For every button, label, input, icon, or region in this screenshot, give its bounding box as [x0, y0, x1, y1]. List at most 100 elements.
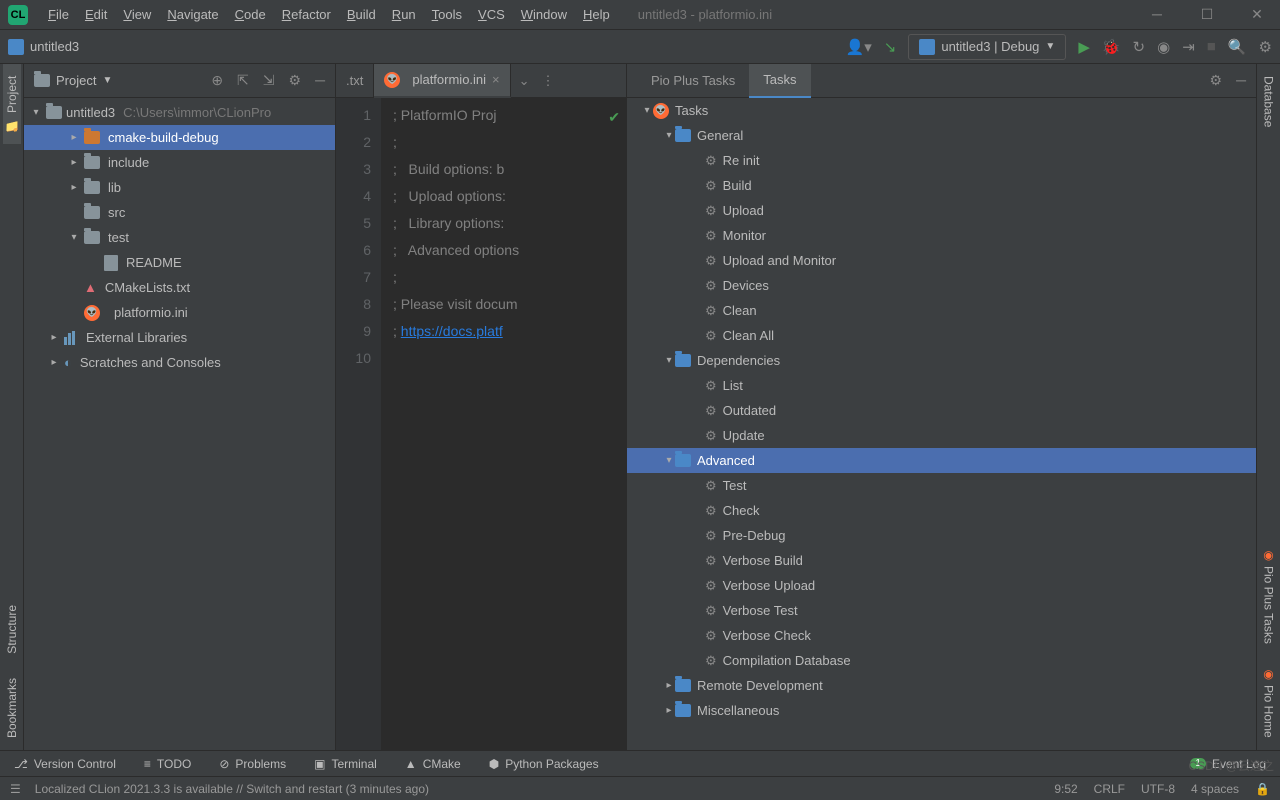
- chevron-down-icon[interactable]: ⌄: [519, 73, 530, 89]
- task-item[interactable]: ⚙Build: [627, 173, 1256, 198]
- status-encoding[interactable]: UTF-8: [1141, 782, 1175, 796]
- settings-icon[interactable]: ⚙: [1259, 38, 1272, 56]
- task-item[interactable]: ⚙Update: [627, 423, 1256, 448]
- task-item[interactable]: ⚙Clean All: [627, 323, 1256, 348]
- stop-button[interactable]: ■: [1207, 38, 1216, 55]
- tab-pio-plus-tasks[interactable]: ◉ Pio Plus Tasks: [1260, 536, 1278, 656]
- inspection-ok-icon[interactable]: ✔: [608, 104, 620, 131]
- task-item[interactable]: ⚙Verbose Check: [627, 623, 1256, 648]
- task-item[interactable]: ⚙Clean: [627, 298, 1256, 323]
- menu-help[interactable]: Help: [575, 3, 618, 26]
- tab-project[interactable]: 📁 Project: [3, 64, 21, 144]
- attach-icon[interactable]: ⇥: [1182, 38, 1195, 56]
- minimize-panel-icon[interactable]: ─: [315, 72, 325, 89]
- run-button[interactable]: ▶: [1078, 38, 1090, 56]
- tree-item[interactable]: ▾test: [24, 225, 335, 250]
- tasks-group[interactable]: ▾General: [627, 123, 1256, 148]
- coverage-icon[interactable]: ↻: [1133, 38, 1146, 56]
- tasks-settings-icon[interactable]: ⚙: [1210, 72, 1223, 89]
- task-item[interactable]: ⚙Test: [627, 473, 1256, 498]
- tree-item[interactable]: ▸cmake-build-debug: [24, 125, 335, 150]
- editor-tab[interactable]: .txt: [336, 64, 374, 98]
- tree-item[interactable]: ▸lib: [24, 175, 335, 200]
- tab-structure[interactable]: Structure: [3, 593, 21, 666]
- task-item[interactable]: ⚙Upload and Monitor: [627, 248, 1256, 273]
- expand-icon[interactable]: ⇱: [237, 72, 249, 89]
- menu-file[interactable]: File: [40, 3, 77, 26]
- toolwin-problems[interactable]: ⊘Problems: [219, 757, 286, 771]
- search-icon[interactable]: 🔍: [1228, 38, 1247, 56]
- user-icon[interactable]: 👤▾: [846, 38, 872, 56]
- task-item[interactable]: ⚙Monitor: [627, 223, 1256, 248]
- editor-tab[interactable]: 👽platformio.ini×: [374, 64, 510, 98]
- tasks-root[interactable]: ▾👽Tasks: [627, 98, 1256, 123]
- menu-refactor[interactable]: Refactor: [274, 3, 339, 26]
- toolwin-todo[interactable]: ≡TODO: [144, 757, 191, 771]
- tasks-group[interactable]: ▾Dependencies: [627, 348, 1256, 373]
- menu-window[interactable]: Window: [513, 3, 575, 26]
- tasks-tab[interactable]: Tasks: [749, 64, 810, 98]
- toolwin-terminal[interactable]: ▣Terminal: [314, 757, 377, 771]
- task-item[interactable]: ⚙Upload: [627, 198, 1256, 223]
- menu-edit[interactable]: Edit: [77, 3, 115, 26]
- collapse-icon[interactable]: ⇲: [263, 72, 275, 89]
- tasks-group[interactable]: ▸Miscellaneous: [627, 698, 1256, 723]
- task-item[interactable]: ⚙Outdated: [627, 398, 1256, 423]
- readonly-icon[interactable]: 🔒: [1255, 782, 1270, 796]
- task-item[interactable]: ⚙Re init: [627, 148, 1256, 173]
- close-window-button[interactable]: ✕: [1242, 6, 1272, 23]
- menu-run[interactable]: Run: [384, 3, 424, 26]
- tree-item[interactable]: ▲CMakeLists.txt: [24, 275, 335, 300]
- menu-code[interactable]: Code: [227, 3, 274, 26]
- minimize-button[interactable]: ─: [1142, 6, 1172, 23]
- more-icon[interactable]: ⋮: [542, 73, 555, 89]
- status-message[interactable]: Localized CLion 2021.3.3 is available //…: [35, 782, 429, 796]
- hammer-icon[interactable]: ↘: [884, 38, 897, 56]
- status-indent[interactable]: 4 spaces: [1191, 782, 1239, 796]
- menu-navigate[interactable]: Navigate: [159, 3, 226, 26]
- task-item[interactable]: ⚙Compilation Database: [627, 648, 1256, 673]
- tasks-group[interactable]: ▾Advanced: [627, 448, 1256, 473]
- panel-settings-icon[interactable]: ⚙: [289, 72, 302, 89]
- task-item[interactable]: ⚙List: [627, 373, 1256, 398]
- doc-link[interactable]: https://docs.platf: [401, 323, 503, 339]
- task-item[interactable]: ⚙Verbose Test: [627, 598, 1256, 623]
- menu-tools[interactable]: Tools: [424, 3, 470, 26]
- tab-pio-home[interactable]: ◉ Pio Home: [1260, 655, 1278, 750]
- run-config-selector[interactable]: untitled3 | Debug ▼: [908, 34, 1066, 60]
- debug-button[interactable]: 🐞: [1102, 38, 1121, 56]
- tree-item[interactable]: README: [24, 250, 335, 275]
- tree-item[interactable]: ▸External Libraries: [24, 325, 335, 350]
- tasks-tab[interactable]: Pio Plus Tasks: [637, 64, 749, 98]
- menu-view[interactable]: View: [115, 3, 159, 26]
- close-tab-icon[interactable]: ×: [492, 72, 500, 87]
- profile-icon[interactable]: ◉: [1157, 38, 1170, 56]
- tree-item[interactable]: ▸◐Scratches and Consoles: [24, 350, 335, 375]
- breadcrumb[interactable]: untitled3: [30, 39, 79, 54]
- menu-vcs[interactable]: VCS: [470, 3, 513, 26]
- tab-database[interactable]: Database: [1260, 64, 1278, 139]
- tree-item[interactable]: ▸include: [24, 150, 335, 175]
- task-item[interactable]: ⚙Check: [627, 498, 1256, 523]
- status-eol[interactable]: CRLF: [1094, 782, 1125, 796]
- task-item[interactable]: ⚙Verbose Build: [627, 548, 1256, 573]
- toolwin-cmake[interactable]: ▲CMake: [405, 757, 461, 771]
- task-item[interactable]: ⚙Pre-Debug: [627, 523, 1256, 548]
- project-view-selector[interactable]: Project ▼: [34, 73, 112, 88]
- menu-build[interactable]: Build: [339, 3, 384, 26]
- task-item[interactable]: ⚙Devices: [627, 273, 1256, 298]
- minimize-tasks-icon[interactable]: ─: [1236, 72, 1246, 89]
- tree-root[interactable]: ▾ untitled3 C:\Users\immor\CLionPro: [24, 100, 335, 125]
- code-area[interactable]: ✔ ; PlatformIO Proj;; Build options: b; …: [381, 98, 626, 750]
- maximize-button[interactable]: ☐: [1192, 6, 1222, 23]
- task-item[interactable]: ⚙Verbose Upload: [627, 573, 1256, 598]
- tasks-group[interactable]: ▸Remote Development: [627, 673, 1256, 698]
- tree-item[interactable]: 👽platformio.ini: [24, 300, 335, 325]
- tree-item[interactable]: src: [24, 200, 335, 225]
- status-hamburger-icon[interactable]: ☰: [10, 782, 21, 796]
- toolwin-python-packages[interactable]: ⬢Python Packages: [489, 757, 599, 771]
- locate-icon[interactable]: ⊕: [211, 72, 223, 89]
- pio-icon: 👽: [84, 305, 100, 321]
- tab-bookmarks[interactable]: Bookmarks: [3, 666, 21, 750]
- toolwin-version-control[interactable]: ⎇Version Control: [14, 757, 116, 771]
